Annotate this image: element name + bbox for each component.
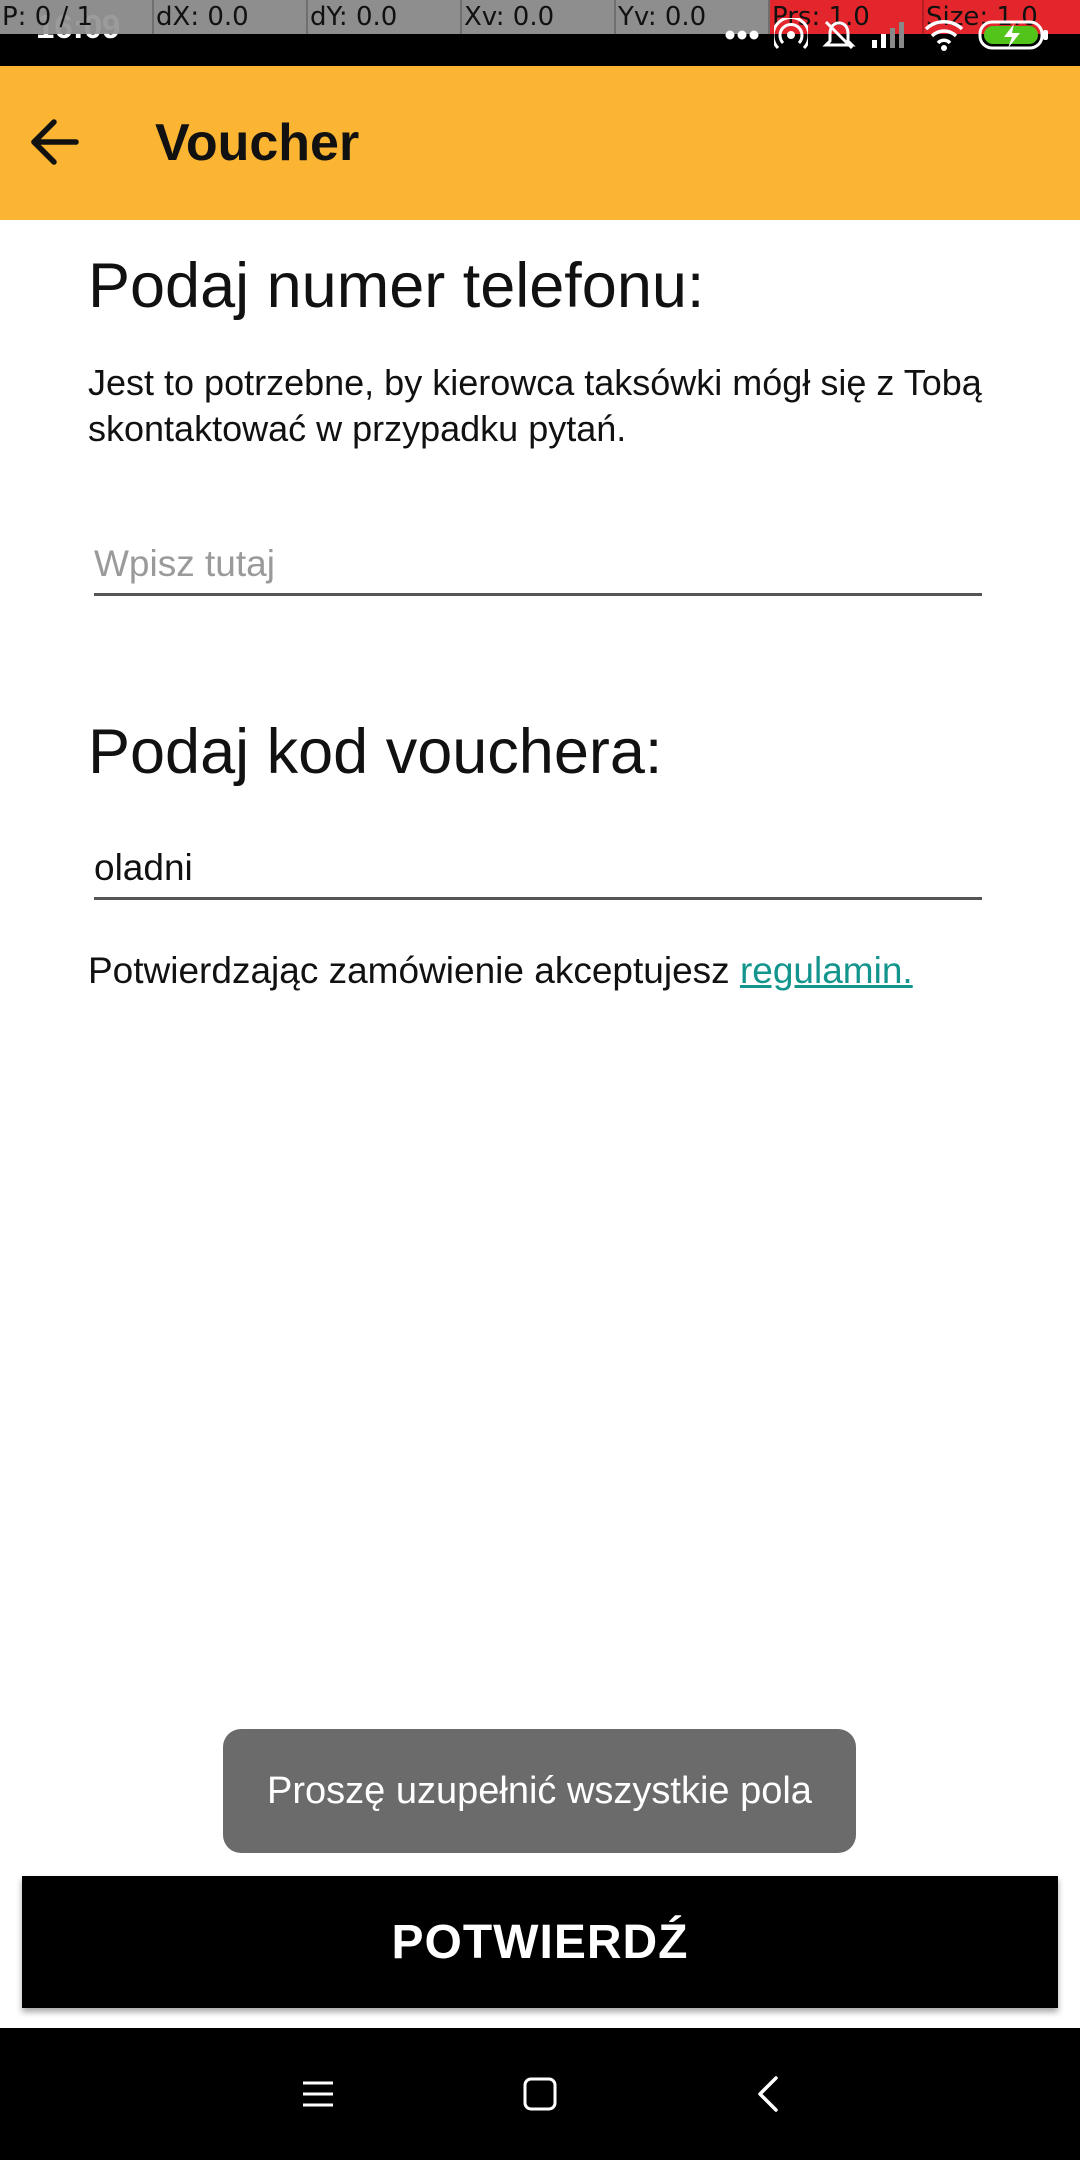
app-bar: Voucher	[0, 66, 1080, 220]
nav-menu-button[interactable]	[288, 2064, 348, 2124]
confirm-button[interactable]: POTWIERDŹ	[22, 1876, 1058, 2008]
battery-charging-icon	[978, 20, 1048, 50]
more-dots-icon	[725, 30, 759, 40]
debug-xv: Xv: 0.0	[462, 0, 616, 34]
hotspot-icon	[774, 18, 808, 50]
terms-link[interactable]: regulamin.	[740, 950, 913, 991]
status-icons	[724, 18, 1050, 52]
terms-text: Potwierdzając zamówienie akceptujesz	[88, 950, 740, 991]
confirm-button-label: POTWIERDŹ	[391, 1915, 689, 1969]
wifi-icon	[924, 20, 964, 51]
phone-input[interactable]	[94, 536, 982, 592]
signal-icon	[872, 22, 904, 48]
toast-text: Proszę uzupełnić wszystkie pola	[267, 1769, 812, 1812]
phone-field-container	[94, 536, 982, 596]
page-title: Voucher	[155, 114, 360, 172]
voucher-screen: 16:09 P: 0 / 1 dX: 0.0 dY: 0.0 Xv: 0.0 Y…	[0, 0, 1080, 2160]
menu-icon	[303, 2081, 333, 2107]
voucher-heading: Podaj kod vouchera:	[88, 717, 663, 787]
toast-message: Proszę uzupełnić wszystkie pola	[223, 1729, 856, 1853]
home-square-icon	[523, 2077, 557, 2111]
debug-dx: dX: 0.0	[154, 0, 308, 34]
debug-pointer: P: 0 / 1	[0, 0, 154, 34]
voucher-field-container	[94, 840, 982, 900]
nav-home-button[interactable]	[510, 2064, 570, 2124]
back-chevron-icon	[758, 2076, 778, 2112]
voucher-code-input[interactable]	[94, 840, 982, 896]
phone-description: Jest to potrzebne, by kierowca taksówki …	[88, 362, 982, 449]
phone-heading: Podaj numer telefonu:	[88, 251, 705, 321]
status-bar: 16:09 P: 0 / 1 dX: 0.0 dY: 0.0 Xv: 0.0 Y…	[0, 0, 1080, 66]
back-button[interactable]	[18, 106, 90, 178]
terms-notice: Potwierdzając zamówienie akceptujesz reg…	[88, 950, 913, 992]
system-nav-bar	[0, 2028, 1080, 2160]
arrow-back-icon	[31, 119, 79, 165]
alarm-icon	[822, 20, 856, 50]
nav-back-button[interactable]	[738, 2064, 798, 2124]
debug-dy: dY: 0.0	[308, 0, 462, 34]
